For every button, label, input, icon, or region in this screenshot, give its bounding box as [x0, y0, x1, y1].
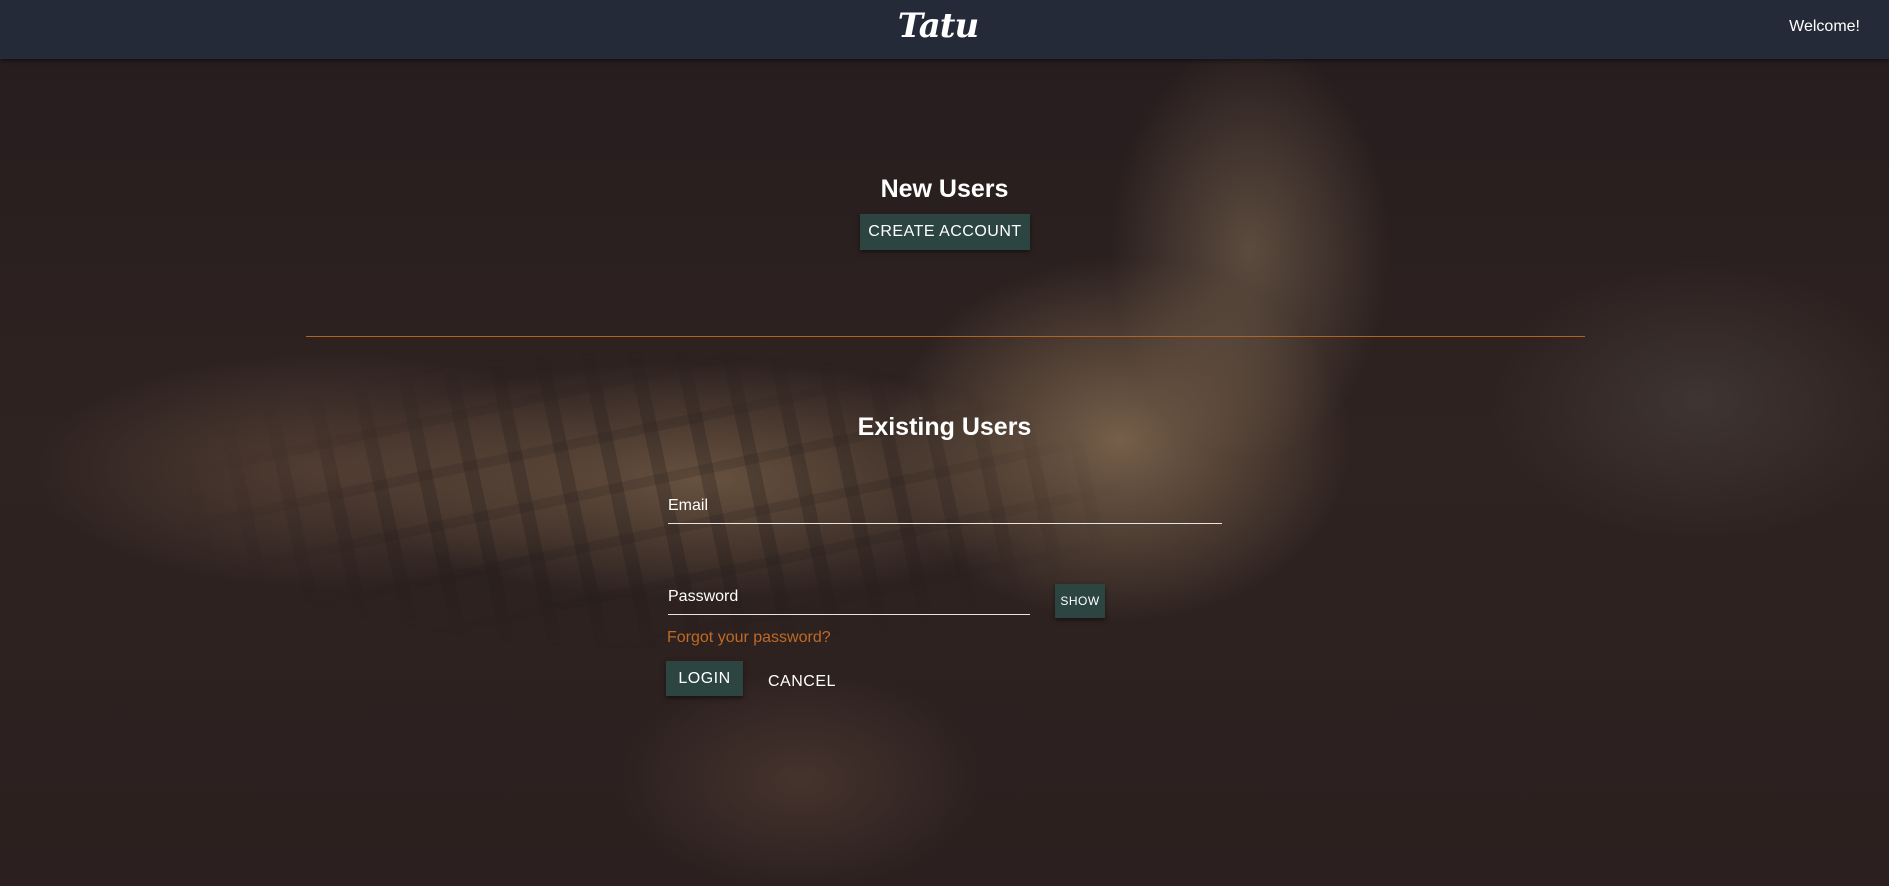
create-account-button[interactable]: CREATE ACCOUNT — [860, 214, 1030, 250]
new-users-heading: New Users — [880, 175, 1009, 203]
navbar: Tatu Welcome! — [0, 0, 1889, 59]
section-divider — [306, 336, 1585, 337]
password-field — [668, 580, 1030, 615]
login-page: Tatu Welcome! New Users CREATE ACCOUNT E… — [0, 0, 1889, 886]
brand-logo[interactable]: Tatu — [0, 6, 1876, 46]
show-password-button[interactable]: SHOW — [1055, 584, 1105, 618]
welcome-text: Welcome! — [1789, 18, 1860, 35]
email-input[interactable] — [668, 489, 1222, 523]
cancel-button[interactable]: CANCEL — [768, 673, 836, 691]
login-button[interactable]: LOGIN — [666, 661, 743, 696]
main-content: New Users CREATE ACCOUNT Existing Users … — [0, 0, 1889, 886]
forgot-password-link[interactable]: Forgot your password? — [667, 629, 831, 647]
existing-users-heading: Existing Users — [857, 413, 1032, 441]
password-input[interactable] — [668, 580, 1030, 614]
email-field — [668, 489, 1222, 524]
